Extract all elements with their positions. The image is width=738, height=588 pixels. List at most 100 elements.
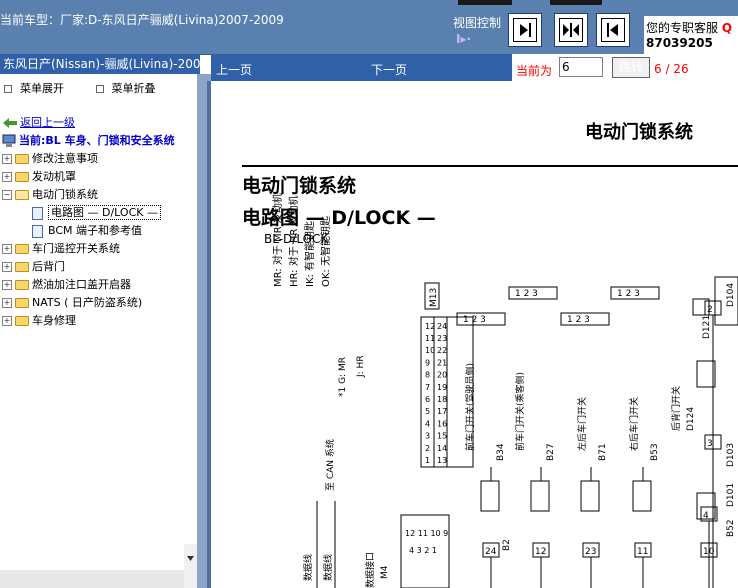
tree-item-fuel-lid[interactable]: + 燃油加注口盖开启器 [2, 276, 175, 294]
folder-icon [15, 298, 29, 308]
connector-b71: B71 [598, 443, 608, 461]
prev-page-link[interactable]: 上一页 [216, 61, 252, 78]
computer-icon [2, 134, 16, 147]
pin-number: 9 [425, 358, 430, 367]
wire-number: 3 [707, 439, 713, 449]
expand-plus-icon[interactable]: + [2, 316, 12, 326]
small-connector-pins: 1 2 3 [515, 289, 538, 299]
top-tab-strip [458, 0, 512, 5]
tree-item-label: 发动机罩 [32, 170, 76, 183]
pin-number: 14 [437, 444, 447, 453]
tree-item-bcm-terminals[interactable]: BCM 端子和参考值 [2, 222, 175, 240]
tree-item-remote-keyless[interactable]: + 车门遥控开关系统 [2, 240, 175, 258]
page-number-input[interactable] [559, 57, 603, 77]
expand-plus-icon[interactable]: + [2, 154, 12, 164]
square-icon [95, 85, 104, 93]
legend-ok: OK: 无智能钥匙 [319, 216, 332, 287]
vertical-scrollbar[interactable] [184, 544, 197, 588]
pin-number: 15 [437, 432, 447, 441]
pin-number: 23 [437, 334, 447, 343]
next-page-link[interactable]: 下一页 [371, 61, 407, 78]
back-arrow-icon [3, 118, 17, 128]
small-connector-4: 1 2 3 [610, 286, 660, 300]
view-left-panel-button[interactable] [596, 13, 630, 47]
tree-item-modification-notes[interactable]: + 修改注意事项 [2, 150, 175, 168]
pin-number: 5 [425, 407, 430, 416]
menu-expand-button[interactable]: 菜单展开 [4, 82, 78, 95]
wire-number: 2 [707, 305, 713, 315]
pin-number: 18 [437, 395, 447, 404]
pin-number: 11 [425, 334, 435, 343]
back-link-row[interactable]: 返回上一级 [2, 114, 175, 132]
pin-number: 24 [437, 322, 447, 331]
back-link[interactable]: 返回上一级 [20, 116, 75, 129]
support-phone: 87039205 [646, 36, 713, 50]
legend-ik: IK: 有智能钥匙 [303, 221, 316, 287]
tree-item-power-door-lock[interactable]: − 电动门锁系统 [2, 186, 175, 204]
tree-item-wiring-diagram[interactable]: 电路图 — D/LOCK — [2, 204, 175, 222]
pin-number: 19 [437, 383, 447, 392]
small-connector-3: 1 2 3 [560, 312, 610, 326]
connector-b52: B52 [726, 519, 736, 537]
document-icon [32, 224, 43, 238]
folder-icon [15, 244, 29, 254]
horizontal-scrollbar[interactable] [0, 570, 184, 588]
expand-plus-icon[interactable]: + [2, 280, 12, 290]
expand-plus-icon[interactable]: + [2, 262, 12, 272]
current-page-label: 当前为 [516, 64, 553, 78]
document-viewer: 电动门锁系统 电动门锁系统 电路图 — D/LOCK — BL-D/LOCK M… [211, 81, 738, 588]
expand-plus-icon[interactable]: + [2, 244, 12, 254]
connector-d104: D104 [726, 283, 736, 307]
dlc-pins-bottom: 4 3 2 1 [409, 546, 437, 555]
pin-number: 3 [425, 432, 430, 441]
page-count: 6 / 26 [654, 62, 689, 76]
small-connector-2: 1 2 3 [456, 312, 506, 326]
connector-b2: B2 [502, 539, 512, 551]
pin-number: 1 [425, 456, 430, 465]
small-connector-pins: 1 2 3 [617, 289, 640, 299]
view-right-panel-button[interactable] [508, 13, 542, 47]
scroll-down-arrow-icon[interactable] [186, 554, 195, 563]
pin-number: 20 [437, 371, 447, 380]
pin-number: 21 [437, 358, 447, 367]
connector-b53: B53 [650, 443, 660, 461]
folder-icon [15, 280, 29, 290]
expand-plus-icon[interactable]: + [2, 298, 12, 308]
wire-number: 24 [485, 547, 497, 557]
tree-item-nats[interactable]: + NATS ( 日产防盗系统) [2, 294, 175, 312]
menu-collapse-button[interactable]: 菜单折叠 [95, 82, 170, 95]
pin-number: 8 [425, 371, 430, 380]
label-back-door-switch: 后背门开关 [670, 386, 682, 431]
folder-icon [15, 172, 29, 182]
wiring-diagram: MR: 对于 MR 发动机 HR: 对于 HR 发动机 IK: 有智能钥匙 OK… [271, 193, 738, 588]
view-control-label: 视图控制 [453, 16, 502, 30]
top-bar: 当前车型：厂家:D-东风日产骊威(Livina)2007-2009 视图控制 I… [0, 0, 738, 55]
tree-item-hood[interactable]: + 发动机罩 [2, 168, 175, 186]
page-box: 当前为 跳转 6 / 26 [512, 54, 738, 81]
legend-note2: J: HR [356, 355, 366, 378]
pin-number: 2 [425, 444, 430, 453]
expand-plus-icon[interactable]: + [2, 172, 12, 182]
pin-number: 12 [425, 322, 435, 331]
tree-item-back-door[interactable]: + 后背门 [2, 258, 175, 276]
pin-number: 6 [425, 395, 430, 404]
legend-hr: HR: 对于 HR 发动机 [287, 195, 300, 287]
small-connector-pins: 1 2 3 [567, 315, 590, 325]
small-connector-pins: 1 2 3 [463, 315, 486, 325]
legend-note: *1 G: MR [338, 357, 348, 397]
left-panel-title: 东风日产(Nissan)-骊威(Livina)-2007 [0, 54, 200, 74]
support-qq-link[interactable]: Q [722, 21, 732, 35]
goto-page-button[interactable]: 跳转 [612, 57, 650, 78]
connector-d121: D121 [702, 315, 712, 339]
view-split-button[interactable] [554, 13, 588, 47]
connector-b34: B34 [496, 443, 506, 461]
pin-number: 16 [437, 419, 447, 428]
connector-m4: M4 [380, 565, 390, 579]
tree-item-label: 后背门 [32, 260, 65, 273]
tree-item-body-repair[interactable]: + 车身修理 [2, 312, 175, 330]
square-icon [4, 85, 12, 93]
pins-bottom: 13 14 15 16 17 18 19 20 21 22 23 24 [437, 322, 447, 465]
label-rear-right-switch: 右后车门开关 [628, 397, 640, 451]
collapse-minus-icon[interactable]: − [2, 190, 12, 200]
page-nav-bar: 上一页 下一页 当前为 跳转 6 / 26 [211, 54, 738, 81]
